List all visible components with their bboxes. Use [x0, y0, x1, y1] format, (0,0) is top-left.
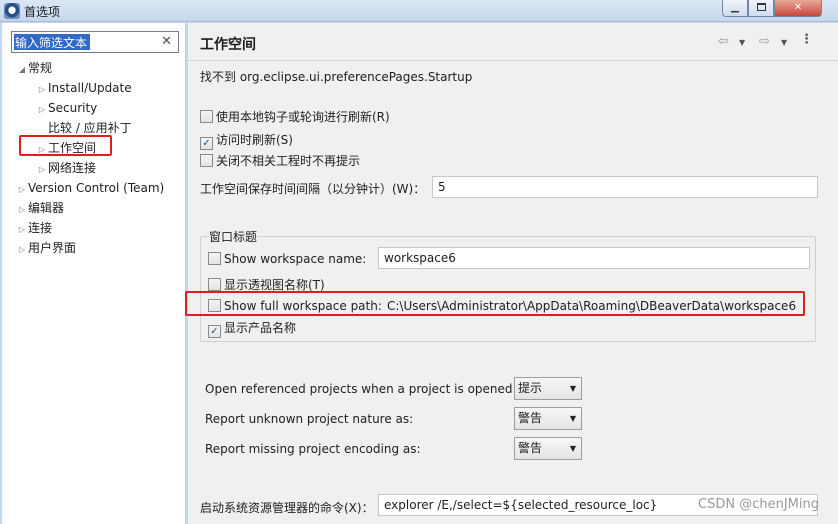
- tree-item-label: 编辑器: [28, 201, 65, 215]
- collapsed-twisty-icon[interactable]: ▷: [16, 181, 28, 199]
- refresh-on-access-checkbox[interactable]: ✓: [200, 137, 213, 150]
- page-title: 工作空间: [200, 37, 256, 53]
- filter-field[interactable]: ✕: [11, 31, 179, 53]
- tree-item-label: 连接: [28, 221, 53, 235]
- maximize-icon: [756, 3, 766, 11]
- tree-item-label: Install/Update: [48, 81, 132, 95]
- tree-item-editors[interactable]: ▷ 编辑器: [16, 199, 64, 217]
- tree-item-label: 网络连接: [48, 161, 97, 175]
- annotation-highlight-box: [185, 291, 805, 316]
- native-hooks-checkbox[interactable]: [200, 110, 213, 123]
- forward-arrow-icon[interactable]: ⇨: [759, 34, 770, 49]
- show-workspace-name-option[interactable]: Show workspace name:: [208, 251, 366, 269]
- tree-item-security[interactable]: ▷ Security: [36, 99, 97, 117]
- tree-item-connections[interactable]: ▷ 连接: [16, 219, 52, 237]
- refresh-on-access-option[interactable]: ✓ 访问时刷新(S): [200, 132, 293, 150]
- dropdown-arrow-icon: ▼: [569, 414, 576, 423]
- filter-input[interactable]: [14, 34, 90, 50]
- window-title: 首选项: [24, 5, 61, 19]
- window-title-group-label: 窗口标题: [209, 228, 258, 245]
- unknown-nature-label: Report unknown project nature as:: [205, 412, 414, 426]
- collapsed-twisty-icon[interactable]: ▷: [16, 241, 28, 259]
- view-menu-icon[interactable]: ⋮: [800, 32, 813, 47]
- eclipse-app-icon: [4, 3, 20, 19]
- show-perspective-name-checkbox[interactable]: [208, 278, 221, 291]
- dropdown-arrow-icon: ▼: [569, 384, 576, 393]
- collapsed-twisty-icon[interactable]: ▷: [36, 161, 48, 179]
- missing-encoding-select[interactable]: 警告 ▼: [514, 437, 582, 460]
- show-product-name-option[interactable]: ✓ 显示产品名称: [208, 320, 296, 338]
- save-interval-input[interactable]: 5: [432, 176, 818, 198]
- open-referenced-label: Open referenced projects when a project …: [205, 382, 517, 396]
- preference-page: 工作空间 ⇦ ▼ ⇨ ▼ ⋮ 找不到 org.eclipse.ui.prefer…: [188, 23, 838, 524]
- preference-tree-pane: ✕ ◢常规 ▷Install/Update ▷Security 比较 / 应用补…: [2, 23, 186, 524]
- tree-item-label: 比较 / 应用补丁: [48, 121, 132, 135]
- forward-menu-chevron-icon[interactable]: ▼: [781, 38, 787, 47]
- tree-item-label: Version Control (Team): [28, 181, 165, 195]
- collapsed-twisty-icon[interactable]: ▷: [16, 201, 28, 219]
- show-product-name-checkbox[interactable]: ✓: [208, 325, 221, 338]
- collapsed-twisty-icon[interactable]: ▷: [36, 101, 48, 119]
- tree-item-version-control[interactable]: ▷ Version Control (Team): [16, 179, 164, 197]
- tree-item-label: 用户界面: [28, 241, 77, 255]
- minimize-button[interactable]: ▁: [722, 0, 748, 17]
- tree-item-install-update[interactable]: ▷ Install/Update: [36, 79, 132, 97]
- unknown-nature-select[interactable]: 警告 ▼: [514, 407, 582, 430]
- open-referenced-select[interactable]: 提示 ▼: [514, 377, 582, 400]
- clear-filter-icon[interactable]: ✕: [161, 34, 172, 49]
- workspace-name-input[interactable]: workspace6: [378, 247, 810, 269]
- close-unrelated-checkbox[interactable]: [200, 154, 213, 167]
- maximize-button[interactable]: [748, 0, 774, 17]
- close-unrelated-option[interactable]: 关闭不相关工程时不再提示: [200, 153, 360, 171]
- expanded-twisty-icon[interactable]: ◢: [16, 61, 28, 79]
- save-interval-label: 工作空间保存时间间隔（以分钟计）(W)：: [200, 182, 426, 196]
- collapsed-twisty-icon[interactable]: ▷: [16, 221, 28, 239]
- window-title-bar: 首选项 ▁ ✕: [0, 0, 838, 22]
- close-button[interactable]: ✕: [774, 0, 822, 17]
- show-workspace-name-checkbox[interactable]: [208, 252, 221, 265]
- dropdown-arrow-icon: ▼: [569, 444, 576, 453]
- collapsed-twisty-icon[interactable]: ▷: [36, 81, 48, 99]
- back-menu-chevron-icon[interactable]: ▼: [739, 38, 745, 47]
- tree-item-user-interface[interactable]: ▷ 用户界面: [16, 239, 76, 257]
- tree-item-general[interactable]: ◢ 常规: [16, 59, 52, 77]
- title-separator: [188, 60, 838, 61]
- tree-item-label: Security: [48, 101, 98, 115]
- watermark: CSDN @chenJMing: [698, 497, 819, 512]
- tree-item-network[interactable]: ▷ 网络连接: [36, 159, 96, 177]
- explorer-command-label: 启动系统资源管理器的命令(X)：: [200, 501, 374, 515]
- tree-item-label: 常规: [28, 61, 53, 75]
- annotation-highlight-box: [19, 135, 112, 156]
- back-arrow-icon[interactable]: ⇦: [718, 34, 729, 49]
- error-message: 找不到 org.eclipse.ui.preferencePages.Start…: [200, 70, 473, 84]
- missing-encoding-label: Report missing project encoding as:: [205, 442, 421, 456]
- native-hooks-option[interactable]: 使用本地钩子或轮询进行刷新(R): [200, 109, 390, 127]
